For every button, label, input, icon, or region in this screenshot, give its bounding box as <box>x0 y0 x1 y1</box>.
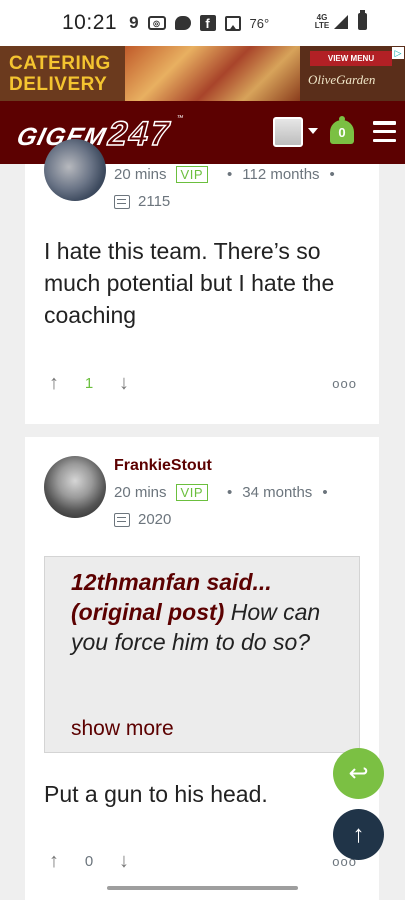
separator-dot: • <box>227 484 233 501</box>
status-bar: 10:21 9 ◎ f 76° 4G LTE <box>0 0 405 46</box>
image-icon <box>224 15 241 31</box>
logo-247: 247 <box>103 114 177 154</box>
post-count-value: 2020 <box>138 511 172 528</box>
chevron-down-icon[interactable] <box>308 128 318 134</box>
reply-button[interactable]: ↩ <box>333 748 384 799</box>
network-text: 4G LTE <box>314 12 330 30</box>
message-icon <box>174 16 191 30</box>
post-card: 20 mins VIP • 112 months • 2115 I hate t… <box>25 139 379 424</box>
show-more-link[interactable]: show more <box>71 717 174 741</box>
scroll-to-top-button[interactable]: ↑ <box>333 809 384 860</box>
menu-bar <box>373 138 396 142</box>
user-avatar[interactable] <box>44 139 106 201</box>
status-time: 10:21 <box>62 11 118 34</box>
post-body: Put a gun to his head. <box>44 781 268 807</box>
quote-text: 12thmanfan said... (original post) How c… <box>71 567 343 657</box>
more-options-icon[interactable]: ooo <box>332 376 357 391</box>
post-count: 2020 <box>114 511 171 528</box>
status-icons: 9 ◎ f 76° <box>129 13 269 33</box>
battery-icon <box>358 10 367 30</box>
username[interactable]: FrankieStout <box>114 457 212 475</box>
notification-count: 0 <box>330 120 354 144</box>
ad-choices-icon[interactable]: ▷ <box>392 47 404 59</box>
post-count: 2115 <box>114 193 170 210</box>
ad-line-1: CATERING <box>9 52 111 74</box>
post-meta: 20 mins VIP • 34 months • <box>114 484 338 501</box>
ad-line-2: DELIVERY <box>9 73 108 95</box>
ad-cta-area: VIEW MENU OliveGarden <box>300 46 405 101</box>
ad-brand-logo: OliveGarden <box>308 72 376 87</box>
original-post-link[interactable]: (original post) <box>71 599 224 625</box>
site-logo[interactable]: GIGEM 247 ™ <box>13 114 184 154</box>
separator-dot: • <box>329 166 335 183</box>
comment-icon <box>114 512 130 527</box>
reply-icon: ↩ <box>348 760 369 787</box>
upvote-arrow-icon[interactable]: ↑ <box>44 372 64 394</box>
post-body: I hate this team. There’s so much potent… <box>44 238 335 328</box>
gesture-nav-handle[interactable] <box>107 886 298 890</box>
post-time: 20 mins <box>114 484 167 501</box>
user-avatar[interactable] <box>44 456 106 518</box>
menu-bar <box>373 129 396 134</box>
member-tenure: 34 months <box>242 484 313 501</box>
comment-icon <box>114 194 130 209</box>
temperature: 76° <box>249 15 270 31</box>
user-avatar-button[interactable] <box>273 117 303 147</box>
quoted-post: 12thmanfan said... (original post) How c… <box>44 556 360 753</box>
vote-count: 1 <box>84 374 94 392</box>
separator-dot: • <box>227 166 233 183</box>
member-tenure: 112 months <box>242 166 320 183</box>
notifications-bell-icon[interactable]: 0 <box>327 116 357 148</box>
post-meta: 20 mins VIP • 112 months • <box>114 166 345 183</box>
arrow-up-icon: ↑ <box>352 820 365 848</box>
network-label: 4G LTE <box>314 12 330 30</box>
downvote-arrow-icon[interactable]: ↓ <box>114 850 134 872</box>
ad-view-menu-button[interactable]: VIEW MENU <box>310 51 392 66</box>
logo-tm: ™ <box>175 115 184 122</box>
vote-controls: ↑ 0 ↓ <box>44 850 134 872</box>
ad-headline: CATERING DELIVERY <box>0 46 125 101</box>
signal-icon <box>334 14 348 29</box>
post-count-value: 2115 <box>138 193 171 210</box>
vote-count: 0 <box>84 852 94 870</box>
quote-author-link[interactable]: 12thmanfan said... <box>71 569 272 595</box>
radio-icon: ◎ <box>147 16 166 30</box>
notification-icon: 9 <box>129 13 139 32</box>
status-right: 4G LTE <box>314 10 367 30</box>
upvote-arrow-icon[interactable]: ↑ <box>44 850 64 872</box>
vip-badge: VIP <box>175 166 208 183</box>
facebook-icon: f <box>199 15 216 31</box>
post-time: 20 mins <box>114 166 167 183</box>
menu-bar <box>373 121 396 125</box>
ad-banner[interactable]: CATERING DELIVERY VIEW MENU OliveGarden … <box>0 46 405 101</box>
hamburger-menu-icon[interactable] <box>373 121 396 142</box>
vip-badge: VIP <box>175 484 208 501</box>
post-card: FrankieStout 20 mins VIP • 34 months • 2… <box>25 437 379 900</box>
separator-dot: • <box>322 484 328 501</box>
ad-food-image <box>125 46 300 101</box>
downvote-arrow-icon[interactable]: ↓ <box>114 372 134 394</box>
vote-controls: ↑ 1 ↓ <box>44 372 134 394</box>
